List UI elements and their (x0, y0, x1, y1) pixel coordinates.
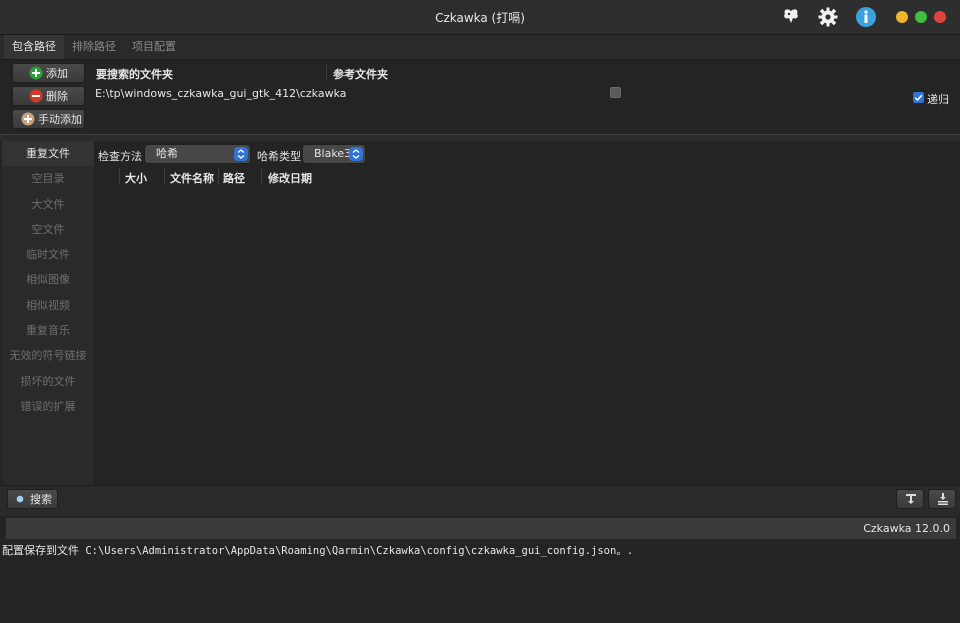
maximize-button[interactable] (915, 11, 927, 23)
tab-excluded-paths[interactable]: 排除路径 (64, 35, 124, 59)
remove-button[interactable]: 删除 (12, 86, 85, 106)
sidebar-item-invalid-symlinks[interactable]: 无效的符号链接 (2, 343, 94, 368)
sidebar-item-broken-files[interactable]: 损坏的文件 (2, 369, 94, 394)
check-method-label: 检查方法 (98, 150, 142, 163)
column-separator (326, 64, 327, 80)
included-path-row[interactable]: E:\tp\windows_czkawka_gui_gtk_412\czkawk… (95, 87, 347, 100)
log-path: C:\Users\Administrator\AppData\Roaming\Q… (79, 545, 634, 557)
search-button[interactable]: 搜索 (7, 489, 58, 509)
tab-item-config[interactable]: 项目配置 (124, 35, 184, 59)
plus-circle-icon (21, 112, 35, 126)
sidebar-item-empty-files[interactable]: 空文件 (2, 217, 94, 242)
status-bar: Czkawka 12.0.0 (6, 518, 956, 539)
hash-type-label: 哈希类型 (257, 150, 301, 163)
column-separator (164, 168, 165, 184)
tool-sidebar: 重复文件 空目录 大文件 空文件 临时文件 相似图像 相似视频 重复音乐 无效的… (2, 141, 95, 485)
save-stack-icon (938, 493, 948, 505)
search-icon (16, 495, 24, 503)
chevron-updown-icon (349, 147, 363, 161)
hash-type-value: Blake3 (314, 147, 352, 160)
check-method-select[interactable]: 哈希 (144, 144, 251, 164)
add-button[interactable]: 添加 (12, 63, 85, 83)
recursive-checkbox[interactable] (913, 92, 924, 103)
log-prefix: 配置保存到文件 (2, 544, 79, 557)
sidebar-item-similar-images[interactable]: 相似图像 (2, 267, 94, 292)
version-label: Czkawka 12.0.0 (863, 522, 950, 535)
manual-add-button[interactable]: 手动添加 (12, 109, 85, 129)
butterfly-icon[interactable] (780, 6, 802, 28)
hash-type-select[interactable]: Blake3 (302, 144, 366, 164)
sidebar-item-similar-videos[interactable]: 相似视频 (2, 293, 94, 318)
arrow-down-bar-icon (906, 494, 916, 504)
sidebar-item-duplicate-music[interactable]: 重复音乐 (2, 318, 94, 343)
results-area: 检查方法 哈希 哈希类型 Blake3 大小 文件名称 路径 修改日期 (95, 141, 960, 485)
check-method-value: 哈希 (156, 147, 178, 160)
tab-bar: 包含路径 排除路径 项目配置 (0, 35, 960, 60)
column-separator (119, 168, 120, 184)
search-button-label: 搜索 (30, 493, 52, 506)
save-button[interactable] (928, 489, 956, 509)
column-header-search-folders[interactable]: 要搜索的文件夹 (96, 66, 173, 82)
settings-icon[interactable] (817, 6, 839, 28)
check-icon (914, 94, 923, 102)
chevron-updown-icon (234, 147, 248, 161)
column-header-file-name[interactable]: 文件名称 (170, 170, 214, 186)
action-bar: 搜索 (0, 485, 960, 516)
minimize-button[interactable] (896, 11, 908, 23)
reference-checkbox[interactable] (610, 87, 621, 98)
column-header-reference-folders[interactable]: 参考文件夹 (333, 66, 388, 82)
plus-icon (29, 66, 43, 80)
sidebar-item-bad-extensions[interactable]: 错误的扩展 (2, 394, 94, 419)
included-paths-panel: 添加 删除 手动添加 要搜索的文件夹 参考文件夹 E:\tp\windows_c… (0, 60, 960, 133)
remove-button-label: 删除 (46, 90, 68, 103)
sidebar-item-empty-folders[interactable]: 空目录 (2, 166, 94, 191)
sidebar-item-temporary-files[interactable]: 临时文件 (2, 242, 94, 267)
column-header-size[interactable]: 大小 (125, 170, 147, 186)
title-bar: Czkawka (打嗝) (0, 0, 960, 35)
column-separator (218, 168, 219, 184)
manual-add-button-label: 手动添加 (38, 113, 82, 126)
minus-icon (29, 89, 43, 103)
info-icon[interactable] (855, 6, 877, 28)
close-button[interactable] (934, 11, 946, 23)
column-header-path[interactable]: 路径 (223, 170, 245, 186)
column-separator (261, 168, 262, 184)
log-line: 配置保存到文件 C:\Users\Administrator\AppData\R… (2, 542, 633, 558)
sidebar-item-big-files[interactable]: 大文件 (2, 192, 94, 217)
column-header-modified-date[interactable]: 修改日期 (268, 170, 312, 186)
log-output[interactable]: 配置保存到文件 C:\Users\Administrator\AppData\R… (0, 541, 960, 623)
tab-included-paths[interactable]: 包含路径 (4, 35, 64, 59)
window-title: Czkawka (打嗝) (435, 11, 525, 25)
move-down-button[interactable] (896, 489, 924, 509)
recursive-label: 递归 (927, 93, 949, 106)
sidebar-item-duplicate-files[interactable]: 重复文件 (2, 141, 94, 167)
add-button-label: 添加 (46, 67, 68, 80)
